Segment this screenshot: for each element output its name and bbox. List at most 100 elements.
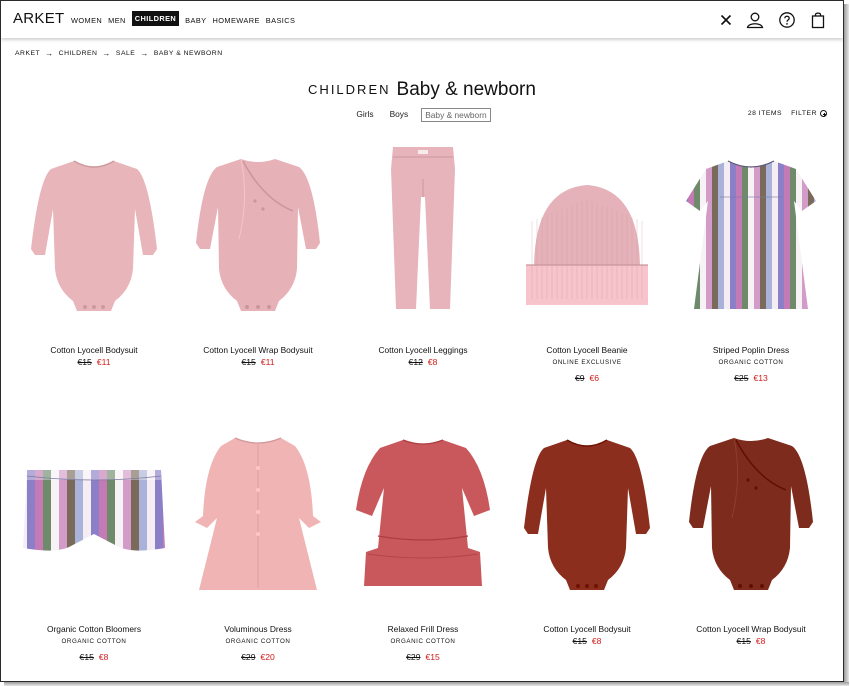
- product-image[interactable]: [178, 408, 338, 608]
- sale-price: €11: [260, 357, 275, 367]
- window-shadow: [4, 682, 849, 686]
- product-card[interactable]: Organic Cotton Bloomers ORGANIC COTTON €15…: [14, 408, 174, 678]
- breadcrumb-sale[interactable]: SALE: [116, 50, 135, 57]
- product-name[interactable]: Organic Cotton Bloomers: [14, 624, 174, 634]
- original-price: €25: [734, 373, 749, 383]
- nav-basics[interactable]: BASICS: [266, 16, 296, 25]
- original-price: €12: [408, 357, 423, 367]
- sale-price: €8: [98, 652, 109, 662]
- product-price: €15 €8: [507, 636, 667, 646]
- item-count: 28 ITEMS: [747, 110, 783, 117]
- product-card[interactable]: Cotton Lyocell Wrap Bodysuit €15 €11: [178, 129, 338, 399]
- product-image[interactable]: [507, 129, 667, 329]
- product-price: €15 €8: [671, 636, 831, 646]
- site-header: ARKET WOMEN MEN CHILDREN BABY HOMEWARE B…: [1, 1, 843, 38]
- product-name[interactable]: Cotton Lyocell Wrap Bodysuit: [178, 345, 338, 355]
- sale-price: €8: [427, 357, 438, 367]
- product-image[interactable]: [14, 129, 174, 329]
- nav-women[interactable]: WOMEN: [71, 16, 102, 25]
- nav-men[interactable]: MEN: [108, 16, 126, 25]
- page-title: CHILDREN Baby & newborn: [1, 69, 843, 106]
- arket-logo[interactable]: ARKET: [13, 10, 65, 27]
- filter-button[interactable]: FILTER: [791, 110, 827, 117]
- product-price: €15 €11: [178, 357, 338, 367]
- subnav-baby-newborn[interactable]: Baby & newborn: [421, 108, 491, 122]
- product-price: €15 €11: [14, 357, 174, 367]
- plus-circle-icon: [820, 110, 827, 117]
- product-name[interactable]: Cotton Lyocell Bodysuit: [507, 624, 667, 634]
- product-card[interactable]: Cotton Lyocell Wrap Bodysuit €15 €8: [671, 408, 831, 678]
- product-tag: ORGANIC COTTON: [718, 359, 784, 366]
- product-image[interactable]: [14, 408, 174, 608]
- breadcrumb-arket[interactable]: ARKET: [15, 50, 40, 57]
- category-subnav: Girls Boys Baby & newborn: [1, 108, 843, 122]
- original-price: €15: [77, 357, 92, 367]
- product-name[interactable]: Cotton Lyocell Bodysuit: [14, 345, 174, 355]
- sale-price: €20: [260, 652, 275, 662]
- product-image[interactable]: [343, 408, 503, 608]
- product-image[interactable]: [507, 408, 667, 608]
- product-image[interactable]: [671, 129, 831, 329]
- product-price: €29 €15: [343, 652, 503, 662]
- page-title-section: CHILDREN: [308, 82, 391, 98]
- product-card[interactable]: Relaxed Frill Dress ORGANIC COTTON €29 €15: [343, 408, 503, 678]
- sale-price: €11: [96, 357, 111, 367]
- original-price: €15: [79, 652, 94, 662]
- product-name[interactable]: Cotton Lyocell Beanie: [507, 345, 667, 355]
- product-name[interactable]: Voluminous Dress: [178, 624, 338, 634]
- original-price: €15: [572, 636, 587, 646]
- original-price: €9: [574, 373, 585, 383]
- close-icon[interactable]: [717, 11, 735, 29]
- product-card[interactable]: Voluminous Dress ORGANIC COTTON €29 €20: [178, 408, 338, 678]
- account-icon[interactable]: [746, 11, 764, 29]
- nav-children[interactable]: CHILDREN: [131, 11, 180, 26]
- breadcrumb-arrow-icon: →: [102, 49, 111, 58]
- breadcrumb-children[interactable]: CHILDREN: [59, 50, 98, 57]
- listing-toolbar: 28 ITEMS FILTER: [748, 110, 827, 117]
- product-image[interactable]: [343, 129, 503, 329]
- breadcrumb: ARKET → CHILDREN → SALE → BABY & NEWBORN: [15, 49, 223, 58]
- product-tag: ORGANIC COTTON: [61, 638, 127, 645]
- browser-viewport: ARKET WOMEN MEN CHILDREN BABY HOMEWARE B…: [0, 0, 844, 682]
- product-name[interactable]: Cotton Lyocell Wrap Bodysuit: [671, 624, 831, 634]
- filter-label: FILTER: [791, 110, 817, 117]
- sale-price: €8: [591, 636, 602, 646]
- breadcrumb-arrow-icon: →: [140, 49, 149, 58]
- product-tag: ORGANIC COTTON: [390, 638, 456, 645]
- product-image[interactable]: [671, 408, 831, 608]
- product-price: €12 €8: [343, 357, 503, 367]
- product-name[interactable]: Striped Poplin Dress: [671, 345, 831, 355]
- product-price: €15 €8: [14, 652, 174, 662]
- header-icons: [717, 11, 827, 29]
- product-name[interactable]: Cotton Lyocell Leggings: [343, 345, 503, 355]
- bag-icon[interactable]: [809, 11, 827, 29]
- product-image[interactable]: [178, 129, 338, 329]
- product-card[interactable]: Cotton Lyocell Bodysuit €15 €11: [14, 129, 174, 399]
- page-title-subsection: Baby & newborn: [396, 78, 536, 100]
- original-price: €15: [241, 357, 256, 367]
- sale-price: €15: [425, 652, 440, 662]
- product-tag: ONLINE EXCLUSIVE: [552, 359, 622, 366]
- sale-price: €13: [753, 373, 768, 383]
- product-price: €9 €6: [507, 373, 667, 383]
- original-price: €29: [241, 652, 256, 662]
- help-icon[interactable]: [778, 11, 796, 29]
- product-name[interactable]: Relaxed Frill Dress: [343, 624, 503, 634]
- breadcrumb-baby-newborn[interactable]: BABY & NEWBORN: [154, 50, 223, 57]
- product-card[interactable]: Striped Poplin Dress ORGANIC COTTON €25 €13: [671, 129, 831, 399]
- nav-homeware[interactable]: HOMEWARE: [213, 16, 260, 25]
- product-card[interactable]: Cotton Lyocell Beanie ONLINE EXCLUSIVE €9 €…: [507, 129, 667, 399]
- original-price: €29: [406, 652, 421, 662]
- product-tag: ORGANIC COTTON: [225, 638, 291, 645]
- nav-baby[interactable]: BABY: [185, 16, 206, 25]
- subnav-boys[interactable]: Boys: [387, 108, 412, 122]
- product-card[interactable]: Cotton Lyocell Leggings €12 €8: [343, 129, 503, 399]
- subnav-girls[interactable]: Girls: [353, 108, 376, 122]
- product-price: €25 €13: [671, 373, 831, 383]
- product-price: €29 €20: [178, 652, 338, 662]
- breadcrumb-arrow-icon: →: [45, 49, 54, 58]
- original-price: €15: [736, 636, 751, 646]
- sale-price: €6: [589, 373, 600, 383]
- product-card[interactable]: Cotton Lyocell Bodysuit €15 €8: [507, 408, 667, 678]
- sale-price: €8: [755, 636, 766, 646]
